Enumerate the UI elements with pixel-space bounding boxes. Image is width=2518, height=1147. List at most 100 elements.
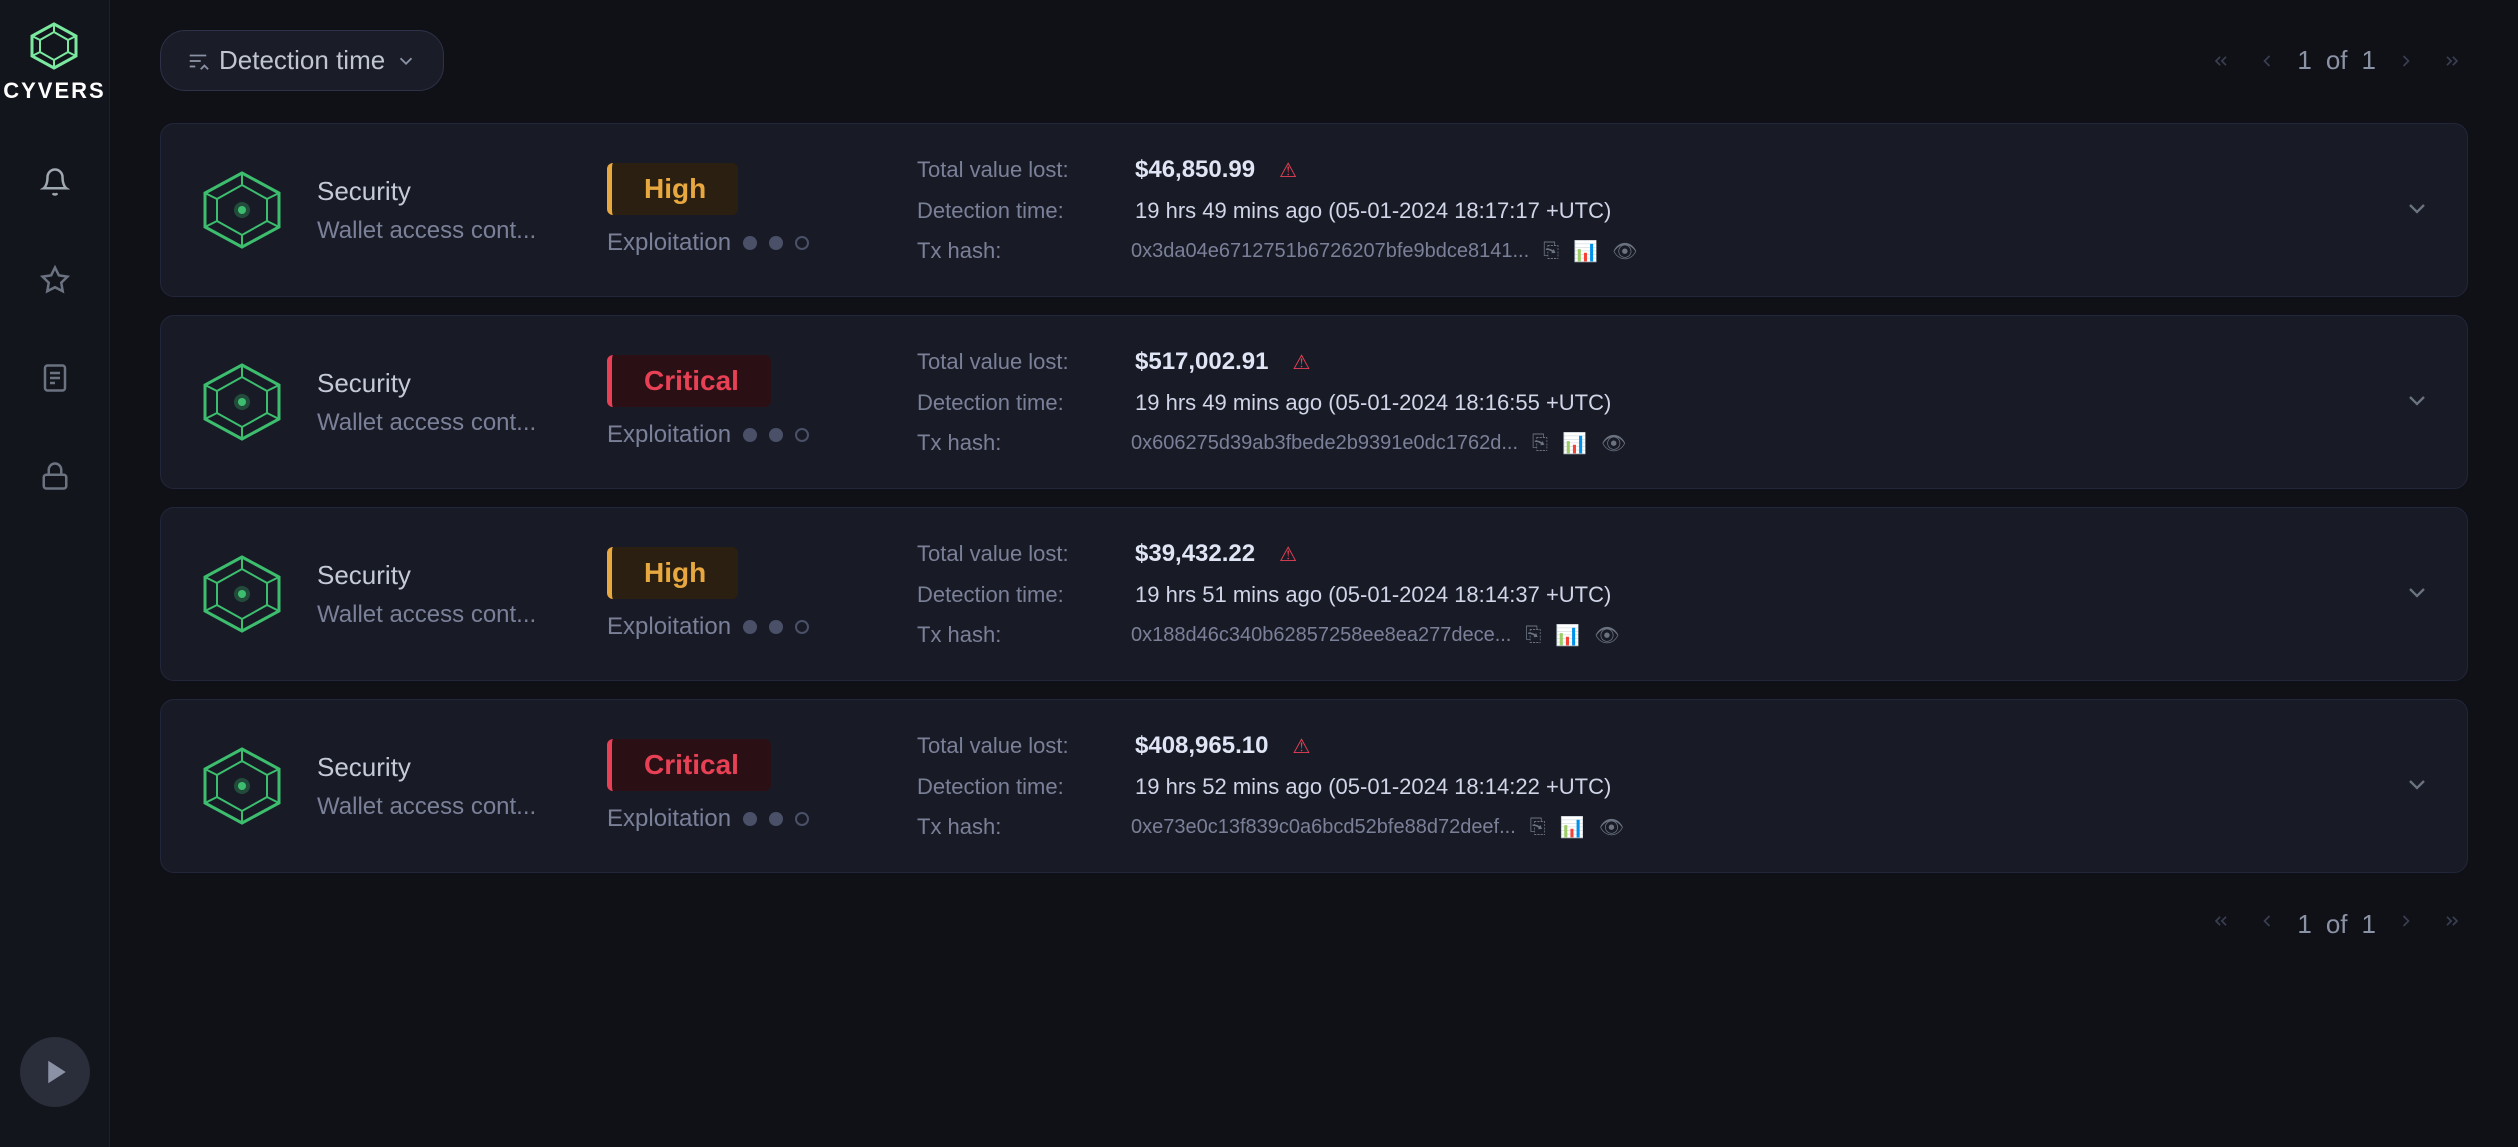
first-page-bottom-button[interactable] (2205, 905, 2237, 943)
alert-severity-1: High Exploitation (607, 163, 887, 257)
exploit-row-4: Exploitation (607, 805, 887, 833)
main-content: Detection time 1 of 1 (110, 0, 2518, 1147)
value-amount-4: $408,965.10 (1135, 732, 1268, 760)
page-current: 1 (2297, 45, 2311, 76)
hash-label-1: Tx hash: (917, 238, 1117, 264)
alert-icon-3 (197, 549, 287, 639)
sidebar-navigation (25, 154, 85, 997)
alert-icon-4 (197, 741, 287, 831)
alert-severity-3: High Exploitation (607, 547, 887, 641)
alert-card-3: Security Wallet access cont... High Expl… (160, 507, 2468, 681)
view-icon-4[interactable]: 👁 (1599, 815, 1624, 840)
sidebar-item-notifications[interactable] (25, 154, 85, 214)
detection-time-2: 19 hrs 49 mins ago (05-01-2024 18:16:55 … (1135, 390, 1611, 416)
chart-icon-2[interactable]: 📊 (1562, 431, 1587, 456)
alert-category-3: Security Wallet access cont... (317, 560, 577, 629)
alert-card-4: Security Wallet access cont... Critical … (160, 699, 2468, 873)
alert-card-2: Security Wallet access cont... Critical … (160, 315, 2468, 489)
dot1-1 (743, 236, 757, 250)
page-current-bottom: 1 (2297, 909, 2311, 940)
view-icon-2[interactable]: 👁 (1601, 431, 1626, 456)
logo: CYVERS (3, 20, 105, 104)
page-total: 1 (2362, 45, 2376, 76)
dot3-4 (795, 812, 809, 826)
bell-icon (40, 167, 70, 202)
lock-icon (40, 461, 70, 496)
alert-card-1: Security Wallet access cont... High Expl… (160, 123, 2468, 297)
of-label: of (2326, 45, 2348, 76)
value-row-1: Total value lost: $46,850.99 ⚠ (917, 156, 2431, 184)
dot1-2 (743, 428, 757, 442)
expand-button-1[interactable] (2403, 195, 2431, 226)
sidebar: CYVERS (0, 0, 110, 1147)
hash-row-4: Tx hash: 0xe73e0c13f839c0a6bcd52bfe88d72… (917, 814, 2431, 840)
detection-row-2: Detection time: 19 hrs 49 mins ago (05-0… (917, 390, 2431, 416)
sidebar-item-documents[interactable] (25, 350, 85, 410)
sort-label: Detection time (219, 45, 385, 76)
hash-label-3: Tx hash: (917, 622, 1117, 648)
hash-label-4: Tx hash: (917, 814, 1117, 840)
subcategory-label-1: Wallet access cont... (317, 217, 577, 245)
prev-page-bottom-button[interactable] (2251, 905, 2283, 943)
copy-icon-4[interactable]: ⎘ (1530, 816, 1546, 839)
value-row-4: Total value lost: $408,965.10 ⚠ (917, 732, 2431, 760)
detection-label-2: Detection time: (917, 390, 1117, 416)
attack-type-3: Exploitation (607, 613, 731, 641)
next-page-bottom-button[interactable] (2390, 905, 2422, 943)
dot3-2 (795, 428, 809, 442)
dot3-3 (795, 620, 809, 634)
detection-time-4: 19 hrs 52 mins ago (05-01-2024 18:14:22 … (1135, 774, 1611, 800)
last-page-bottom-button[interactable] (2436, 905, 2468, 943)
of-label-bottom: of (2326, 909, 2348, 940)
copy-icon-2[interactable]: ⎘ (1532, 432, 1548, 455)
value-amount-3: $39,432.22 (1135, 540, 1255, 568)
dot2-3 (769, 620, 783, 634)
page-total-bottom: 1 (2362, 909, 2376, 940)
sidebar-item-lock[interactable] (25, 448, 85, 508)
copy-icon-1[interactable]: ⎘ (1543, 240, 1559, 263)
sidebar-item-favorites[interactable] (25, 252, 85, 312)
subcategory-label-4: Wallet access cont... (317, 793, 577, 821)
expand-button-3[interactable] (2403, 579, 2431, 610)
top-bar: Detection time 1 of 1 (160, 30, 2468, 91)
value-row-3: Total value lost: $39,432.22 ⚠ (917, 540, 2431, 568)
category-label-4: Security (317, 752, 577, 783)
detection-row-4: Detection time: 19 hrs 52 mins ago (05-0… (917, 774, 2431, 800)
expand-button-2[interactable] (2403, 387, 2431, 418)
value-row-2: Total value lost: $517,002.91 ⚠ (917, 348, 2431, 376)
view-icon-1[interactable]: 👁 (1612, 239, 1637, 264)
first-page-button[interactable] (2205, 45, 2237, 77)
logo-text: CYVERS (3, 78, 105, 104)
alert-category-1: Security Wallet access cont... (317, 176, 577, 245)
pagination-bottom: 1 of 1 (160, 905, 2468, 943)
chart-icon-1[interactable]: 📊 (1573, 239, 1598, 264)
value-label-4: Total value lost: (917, 733, 1117, 759)
alert-icon-2 (197, 357, 287, 447)
dot2-4 (769, 812, 783, 826)
play-button[interactable] (20, 1037, 90, 1107)
alert-details-1: Total value lost: $46,850.99 ⚠ Detection… (917, 156, 2431, 264)
subcategory-label-2: Wallet access cont... (317, 409, 577, 437)
view-icon-3[interactable]: 👁 (1594, 623, 1619, 648)
hash-value-3: 0x188d46c340b62857258ee8ea277dece... (1131, 624, 1511, 647)
exploit-row-1: Exploitation (607, 229, 887, 257)
next-page-button[interactable] (2390, 45, 2422, 77)
exploit-row-2: Exploitation (607, 421, 887, 449)
hash-label-2: Tx hash: (917, 430, 1117, 456)
copy-icon-3[interactable]: ⎘ (1525, 624, 1541, 647)
pagination-top: 1 of 1 (2205, 45, 2468, 77)
severity-badge-4: Critical (607, 739, 771, 791)
expand-button-4[interactable] (2403, 771, 2431, 802)
warning-icon-3: ⚠ (1279, 542, 1297, 567)
sort-button[interactable]: Detection time (160, 30, 444, 91)
chart-icon-3[interactable]: 📊 (1555, 623, 1580, 648)
chart-icon-4[interactable]: 📊 (1560, 815, 1585, 840)
attack-type-2: Exploitation (607, 421, 731, 449)
hash-value-1: 0x3da04e6712751b6726207bfe9bdce8141... (1131, 240, 1529, 263)
category-label-2: Security (317, 368, 577, 399)
last-page-button[interactable] (2436, 45, 2468, 77)
dot1-3 (743, 620, 757, 634)
attack-type-4: Exploitation (607, 805, 731, 833)
alert-details-2: Total value lost: $517,002.91 ⚠ Detectio… (917, 348, 2431, 456)
prev-page-button[interactable] (2251, 45, 2283, 77)
